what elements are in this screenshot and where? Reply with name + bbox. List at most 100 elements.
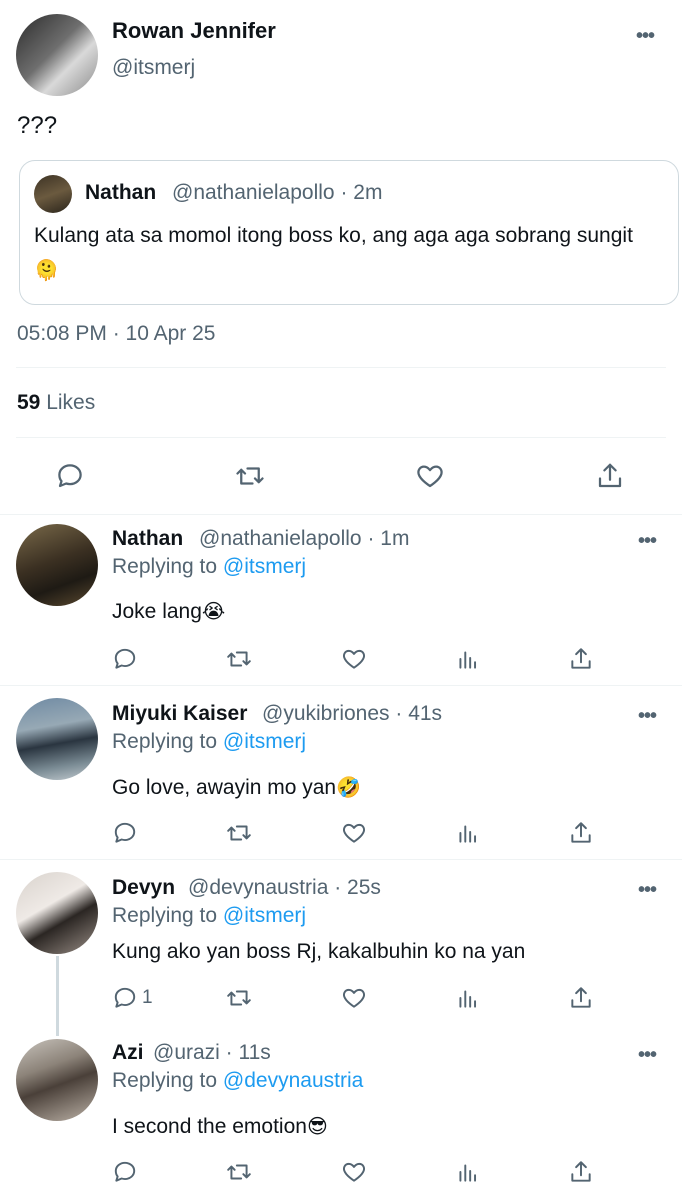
reply-button[interactable] bbox=[112, 646, 138, 672]
like-button[interactable] bbox=[415, 461, 445, 491]
reply-meta: @devynaustria · 25s bbox=[188, 876, 381, 899]
reply-button[interactable]: 1 bbox=[112, 985, 153, 1011]
replying-to: Replying to @itsmerj bbox=[112, 904, 306, 928]
author-handle[interactable]: @itsmerj bbox=[112, 56, 195, 80]
retweet-button[interactable] bbox=[226, 985, 252, 1011]
reply-tweet[interactable]: Azi @urazi · 11s ••• Replying to @devyna… bbox=[0, 1025, 682, 1200]
reply-meta: @yukibriones · 41s bbox=[262, 702, 443, 725]
reply-text: I second the emotion😎 bbox=[112, 1114, 328, 1139]
heart-icon bbox=[343, 988, 365, 1008]
reply-meta: @nathanielapollo · 1m bbox=[199, 527, 410, 550]
analytics-icon bbox=[459, 990, 477, 1008]
likes-label: Likes bbox=[46, 391, 96, 414]
quoted-avatar bbox=[34, 175, 72, 213]
reply-meta: @urazi · 11s bbox=[153, 1041, 271, 1064]
reply-text-body: Go love, awayin mo yan bbox=[112, 776, 337, 799]
reply-button[interactable] bbox=[112, 820, 138, 846]
analytics-icon bbox=[459, 1164, 477, 1182]
like-button[interactable] bbox=[341, 646, 367, 672]
more-options-icon[interactable]: ••• bbox=[636, 26, 655, 46]
share-icon bbox=[571, 987, 591, 1008]
reply-icon bbox=[114, 648, 136, 669]
views-button[interactable] bbox=[455, 985, 481, 1011]
reply-author-name[interactable]: Devyn bbox=[112, 876, 175, 900]
reply-text: Go love, awayin mo yan🤣 bbox=[112, 775, 361, 800]
heart-icon bbox=[417, 465, 443, 488]
retweet-icon bbox=[227, 1164, 251, 1180]
retweet-button[interactable] bbox=[235, 461, 265, 491]
heart-icon bbox=[343, 649, 365, 669]
heart-icon bbox=[343, 823, 365, 843]
share-button[interactable] bbox=[568, 1159, 594, 1185]
like-button[interactable] bbox=[341, 985, 367, 1011]
reply-tweet[interactable]: Devyn @devynaustria · 25s ••• Replying t… bbox=[0, 860, 682, 1036]
reply-text: Kung ako yan boss Rj, kakalbuhin ko na y… bbox=[112, 940, 526, 963]
reply-text-body: I second the emotion bbox=[112, 1115, 307, 1138]
reply-author-name[interactable]: Azi bbox=[112, 1041, 144, 1065]
share-button[interactable] bbox=[568, 820, 594, 846]
replying-prefix: Replying to bbox=[112, 904, 223, 927]
share-button[interactable] bbox=[568, 985, 594, 1011]
avatar[interactable] bbox=[16, 872, 98, 954]
reply-tweet[interactable]: Miyuki Kaiser @yukibriones · 41s ••• Rep… bbox=[0, 686, 682, 860]
sunglasses-emoji: 😎 bbox=[306, 1114, 328, 1138]
likes-number: 59 bbox=[17, 391, 41, 414]
reply-icon bbox=[114, 987, 136, 1008]
avatar[interactable] bbox=[16, 698, 98, 780]
retweet-icon bbox=[236, 467, 264, 485]
analytics-icon bbox=[459, 651, 477, 669]
more-options-icon[interactable]: ••• bbox=[638, 706, 657, 726]
share-button[interactable] bbox=[595, 461, 625, 491]
share-icon bbox=[571, 1161, 591, 1182]
author-name[interactable]: Rowan Jennifer bbox=[112, 18, 276, 44]
tweet-timestamp[interactable]: 05:08 PM · 10 Apr 25 bbox=[17, 322, 215, 346]
main-tweet: Rowan Jennifer @itsmerj ••• ??? Nathan @… bbox=[0, 0, 682, 515]
reply-button[interactable] bbox=[55, 461, 85, 491]
avatar[interactable] bbox=[16, 1039, 98, 1121]
reply-author-name[interactable]: Nathan bbox=[112, 527, 183, 551]
share-icon bbox=[598, 463, 622, 488]
more-options-icon[interactable]: ••• bbox=[638, 531, 657, 551]
reply-icon bbox=[114, 822, 136, 843]
retweet-button[interactable] bbox=[226, 646, 252, 672]
divider bbox=[16, 437, 666, 438]
replying-to: Replying to @itsmerj bbox=[112, 730, 306, 754]
replying-to: Replying to @itsmerj bbox=[112, 555, 306, 579]
views-button[interactable] bbox=[455, 820, 481, 846]
replying-to-link[interactable]: @itsmerj bbox=[223, 730, 306, 753]
share-button[interactable] bbox=[568, 646, 594, 672]
more-options-icon[interactable]: ••• bbox=[638, 880, 657, 900]
views-button[interactable] bbox=[455, 1159, 481, 1185]
quoted-meta: @nathanielapollo · 2m bbox=[172, 181, 383, 204]
heart-icon bbox=[343, 1162, 365, 1182]
melting-face-emoji: 🫠 bbox=[34, 258, 59, 282]
retweet-button[interactable] bbox=[226, 1159, 252, 1185]
retweet-button[interactable] bbox=[226, 820, 252, 846]
avatar[interactable] bbox=[16, 14, 98, 96]
likes-count[interactable]: 59 Likes bbox=[17, 391, 95, 415]
divider bbox=[16, 367, 666, 368]
views-button[interactable] bbox=[455, 646, 481, 672]
quoted-author-name: Nathan bbox=[85, 181, 157, 204]
replying-prefix: Replying to bbox=[112, 730, 223, 753]
reply-author-name[interactable]: Miyuki Kaiser bbox=[112, 702, 247, 726]
reply-button[interactable] bbox=[112, 1159, 138, 1185]
analytics-icon bbox=[459, 825, 477, 843]
reply-icon bbox=[58, 464, 82, 488]
replying-to: Replying to @devynaustria bbox=[112, 1069, 363, 1093]
retweet-icon bbox=[227, 651, 251, 667]
replying-prefix: Replying to bbox=[112, 555, 223, 578]
replying-to-link[interactable]: @devynaustria bbox=[223, 1069, 363, 1092]
replying-to-link[interactable]: @itsmerj bbox=[223, 904, 306, 927]
quoted-tweet[interactable]: Nathan @nathanielapollo · 2m Kulang ata … bbox=[19, 160, 679, 305]
avatar[interactable] bbox=[16, 524, 98, 606]
like-button[interactable] bbox=[341, 820, 367, 846]
reply-text-body: Joke lang bbox=[112, 600, 202, 623]
replying-to-link[interactable]: @itsmerj bbox=[223, 555, 306, 578]
share-icon bbox=[571, 822, 591, 843]
tweet-text: ??? bbox=[17, 112, 58, 139]
reply-icon bbox=[114, 1161, 136, 1182]
like-button[interactable] bbox=[341, 1159, 367, 1185]
reply-tweet[interactable]: Nathan @nathanielapollo · 1m ••• Replyin… bbox=[0, 515, 682, 686]
more-options-icon[interactable]: ••• bbox=[638, 1045, 657, 1065]
